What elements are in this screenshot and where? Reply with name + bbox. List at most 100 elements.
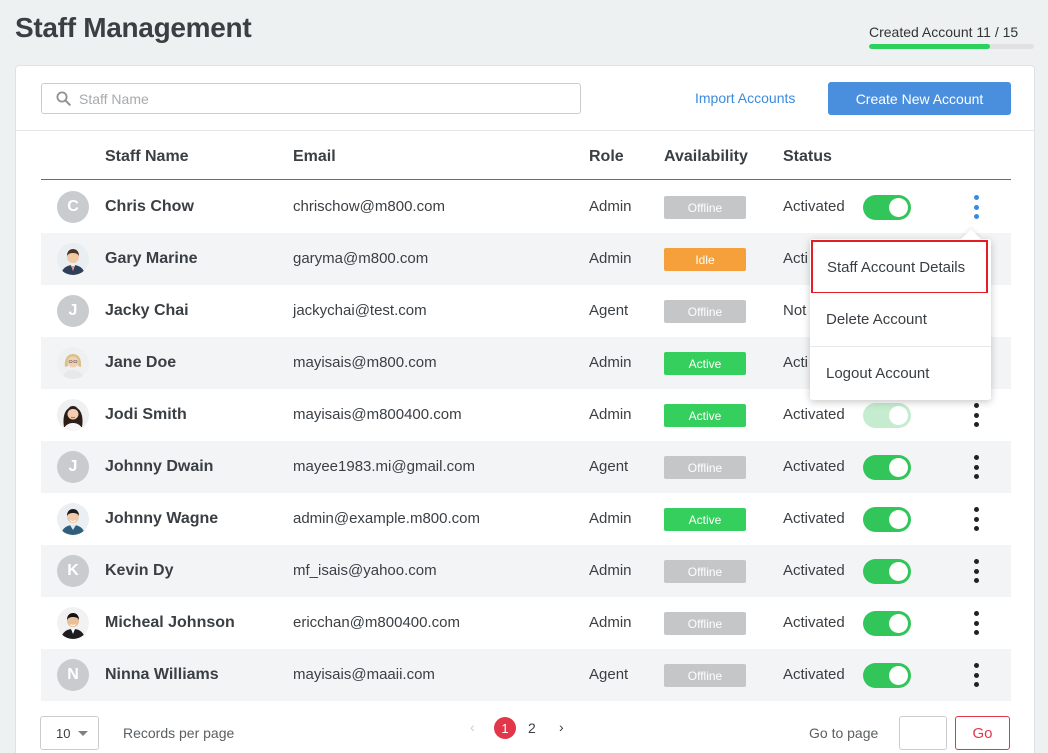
page-1-button[interactable]: 1 <box>494 717 516 739</box>
quota-label: Created Account 11 / 15 <box>869 24 1019 40</box>
status-text: Activated <box>783 614 845 631</box>
availability-badge: Offline <box>664 664 746 687</box>
menu-item-logout-account[interactable]: Logout Account <box>810 347 991 399</box>
previous-page-button[interactable]: ‹ <box>470 719 475 735</box>
menu-item-staff-account-details[interactable]: Staff Account Details <box>811 240 988 294</box>
availability-badge: Offline <box>664 196 746 219</box>
status-toggle[interactable] <box>863 455 911 480</box>
status-text: Activated <box>783 198 845 215</box>
menu-item-delete-account[interactable]: Delete Account <box>810 293 991 346</box>
search-input[interactable] <box>79 90 559 107</box>
staff-role: Admin <box>589 406 632 423</box>
availability-badge: Offline <box>664 612 746 635</box>
staff-email: mayisais@m800.com <box>293 354 437 371</box>
table-row: Johnny Wagne admin@example.m800.com Admin A… <box>41 493 1011 545</box>
staff-name: Jodi Smith <box>105 406 187 423</box>
staff-email: mayisais@m800400.com <box>293 406 462 423</box>
availability-badge: Offline <box>664 560 746 583</box>
staff-email: mayee1983.mi@gmail.com <box>293 458 475 475</box>
availability-badge: Active <box>664 404 746 427</box>
staff-email: jackychai@test.com <box>293 302 427 319</box>
quota-progress-fill <box>869 44 990 49</box>
staff-name: Chris Chow <box>105 198 194 215</box>
availability-badge: Active <box>664 508 746 531</box>
status-toggle[interactable] <box>863 611 911 636</box>
staff-name: Kevin Dy <box>105 562 174 579</box>
more-options-icon[interactable] <box>966 609 986 637</box>
staff-name: Jacky Chai <box>105 302 189 319</box>
status-toggle[interactable] <box>863 663 911 688</box>
avatar: J <box>57 295 89 327</box>
caret-down-icon <box>78 731 88 736</box>
table-row: J Johnny Dwain mayee1983.mi@gmail.com Agent… <box>41 441 1011 493</box>
staff-card: Import Accounts Create New Account Staff… <box>15 65 1035 753</box>
avatar <box>57 347 89 379</box>
search-icon <box>56 91 71 106</box>
staff-role: Admin <box>589 198 632 215</box>
header-role: Role <box>589 148 624 165</box>
header-availability: Availability <box>664 148 748 165</box>
staff-role: Admin <box>589 510 632 527</box>
staff-name: Ninna Williams <box>105 666 219 683</box>
pagination-bar: 10 Records per page ‹ 1 2 › Go to page G… <box>0 716 1048 753</box>
avatar <box>57 243 89 275</box>
table-row: N Ninna Williams mayisais@maaii.com Agent Of… <box>41 649 1011 701</box>
page-2-button[interactable]: 2 <box>528 720 536 736</box>
status-toggle[interactable] <box>863 507 911 532</box>
status-text: Activated <box>783 666 845 683</box>
staff-role: Agent <box>589 666 629 683</box>
more-options-icon[interactable] <box>966 505 986 533</box>
availability-badge: Offline <box>664 456 746 479</box>
staff-email: ericchan@m800400.com <box>293 614 460 631</box>
more-options-icon[interactable] <box>966 453 986 481</box>
header-status: Status <box>783 148 832 165</box>
next-page-button[interactable]: › <box>559 719 564 735</box>
status-text: Activated <box>783 406 845 423</box>
avatar <box>57 503 89 535</box>
more-options-icon[interactable] <box>966 401 986 429</box>
table-row: K Kevin Dy mf_isais@yahoo.com Admin Offline A… <box>41 545 1011 597</box>
status-toggle[interactable] <box>863 195 911 220</box>
staff-role: Agent <box>589 302 629 319</box>
table-row: Micheal Johnson ericchan@m800400.com Admin… <box>41 597 1011 649</box>
more-options-icon[interactable] <box>966 661 986 689</box>
staff-role: Agent <box>589 458 629 475</box>
staff-role: Admin <box>589 250 632 267</box>
search-box[interactable] <box>41 83 581 114</box>
records-per-page-label: Records per page <box>123 725 235 741</box>
avatar: N <box>57 659 89 691</box>
table-header: Staff Name Email Role Availability Statu… <box>41 131 1011 180</box>
status-text: Activated <box>783 510 845 527</box>
status-toggle[interactable] <box>863 403 911 428</box>
staff-email: garyma@m800.com <box>293 250 429 267</box>
more-options-icon[interactable] <box>966 193 986 221</box>
staff-email: chrischow@m800.com <box>293 198 445 215</box>
more-options-icon[interactable] <box>966 557 986 585</box>
header-email: Email <box>293 148 336 165</box>
status-text: Acti <box>783 250 809 267</box>
quota-progress-bar <box>869 44 1034 49</box>
toolbar: Import Accounts Create New Account <box>16 66 1034 131</box>
avatar <box>57 607 89 639</box>
create-new-account-button[interactable]: Create New Account <box>828 82 1011 115</box>
status-text: Activated <box>783 562 845 579</box>
avatar: K <box>57 555 89 587</box>
status-text: Activated <box>783 458 845 475</box>
availability-badge: Active <box>664 352 746 375</box>
availability-badge: Idle <box>664 248 746 271</box>
go-to-page-label: Go to page <box>809 725 879 741</box>
staff-name: Jane Doe <box>105 354 177 371</box>
staff-name: Johnny Dwain <box>105 458 214 475</box>
status-toggle[interactable] <box>863 559 911 584</box>
import-accounts-link[interactable]: Import Accounts <box>695 90 795 106</box>
go-button[interactable]: Go <box>955 716 1010 750</box>
records-per-page-select[interactable]: 10 <box>40 716 99 750</box>
go-to-page-input[interactable] <box>899 716 947 750</box>
staff-name: Johnny Wagne <box>105 510 219 527</box>
status-text: Acti <box>783 354 809 371</box>
availability-badge: Offline <box>664 300 746 323</box>
staff-email: mayisais@maaii.com <box>293 666 435 683</box>
page-title: Staff Management <box>15 12 252 43</box>
records-per-page-value: 10 <box>56 725 71 741</box>
row-actions-menu: Staff Account Details Delete Account Log… <box>810 229 991 400</box>
